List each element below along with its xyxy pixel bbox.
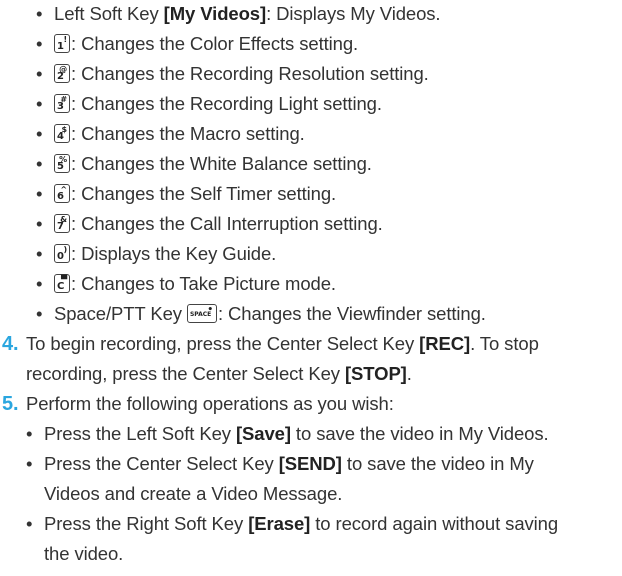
- bullet: •: [36, 63, 43, 84]
- step-5: 5. Perform the following operations as yo…: [2, 393, 394, 415]
- step-text: . To stop: [470, 333, 539, 354]
- bullet: •: [36, 93, 43, 114]
- list-item: • 3 #: Changes the Recording Light setting…: [36, 93, 382, 115]
- manual-page: • Left Soft Key [My Videos]: Displays My …: [0, 0, 622, 576]
- item-prefix: Space/PTT Key: [54, 303, 187, 324]
- item-description: : Changes the Recording Light setting.: [71, 93, 382, 114]
- key-1-icon: 1!: [54, 34, 70, 53]
- list-item: • 6 ^: Changes the Self Timer setting.: [36, 183, 336, 205]
- bullet: •: [36, 33, 43, 54]
- step-4: 4. To begin recording, press the Center S…: [2, 333, 539, 355]
- bullet: •: [36, 3, 43, 24]
- step-text: Perform the following operations as you …: [26, 393, 394, 414]
- step-number: 4.: [2, 333, 19, 355]
- list-item: • 4 $: Changes the Macro setting.: [36, 123, 305, 145]
- softkey-label: [Erase]: [248, 513, 311, 534]
- bullet: •: [36, 213, 43, 234]
- step-text: .: [406, 363, 412, 384]
- list-item: • 7 &: Changes the Call Interruption setti…: [36, 213, 383, 235]
- step-text: To begin recording, press the Center Sel…: [26, 333, 420, 354]
- key-5-icon: 5%: [54, 154, 70, 173]
- item-description: : Changes the Viewfinder setting.: [217, 303, 486, 324]
- item-text: to record again without saving: [310, 513, 559, 534]
- item-description: : Changes the White Balance setting.: [71, 153, 372, 174]
- step-number: 5.: [2, 393, 19, 415]
- key-2-icon: 2 @: [54, 64, 70, 83]
- item-description: : Displays the Key Guide.: [71, 243, 277, 264]
- bullet: •: [36, 303, 43, 324]
- bullet: •: [26, 423, 33, 444]
- bullet: •: [36, 273, 43, 294]
- item-text: Press the Left Soft Key: [44, 423, 236, 444]
- list-item: • Left Soft Key [My Videos]: Displays My …: [36, 3, 441, 25]
- item-description: : Changes the Call Interruption setting.: [71, 213, 383, 234]
- key-4-icon: 4 $: [54, 124, 70, 143]
- bullet: •: [26, 513, 33, 534]
- list-item-continuation: the video.: [44, 543, 123, 565]
- list-item: • C ▀: Changes to Take Picture mode.: [36, 273, 336, 295]
- key-0-icon: 0): [54, 244, 70, 263]
- item-description: : Changes to Take Picture mode.: [71, 273, 336, 294]
- list-item: • Press the Left Soft Key [Save] to save …: [26, 423, 549, 445]
- space-key-icon: SPACE •: [186, 304, 217, 323]
- list-item: • 1!: Changes the Color Effects setting.: [36, 33, 358, 55]
- step-text: recording, press the Center Select Key: [26, 363, 345, 384]
- item-text: to save the video in My Videos.: [290, 423, 549, 444]
- step-4-continuation: recording, press the Center Select Key […: [26, 363, 412, 385]
- item-text: the video.: [44, 543, 124, 564]
- camera-key-icon: C ▀: [54, 274, 70, 293]
- list-item: • Press the Center Select Key [SEND] to s…: [26, 453, 534, 475]
- list-item: • 2 @: Changes the Recording Resolution se…: [36, 63, 429, 85]
- item-text: Videos and create a Video Message.: [44, 483, 343, 504]
- bullet: •: [26, 453, 33, 474]
- key-6-icon: 6 ^: [54, 184, 70, 203]
- item-description: : Changes the Macro setting.: [71, 123, 305, 144]
- item-description: : Changes the Recording Resolution setti…: [71, 63, 429, 84]
- item-text: to save the video in My: [341, 453, 534, 474]
- item-description: : Changes the Color Effects setting.: [71, 33, 359, 54]
- list-item: • 0): Displays the Key Guide.: [36, 243, 276, 265]
- softkey-label: [SEND]: [278, 453, 342, 474]
- list-item: • Space/PTT Key SPACE •: Changes the Viewf…: [36, 303, 486, 325]
- bullet: •: [36, 183, 43, 204]
- list-item-continuation: Videos and create a Video Message.: [44, 483, 342, 505]
- item-description: : Changes the Self Timer setting.: [71, 183, 337, 204]
- softkey-label: [STOP]: [344, 363, 407, 384]
- softkey-label: [My Videos]: [163, 3, 267, 24]
- bullet: •: [36, 243, 43, 264]
- bullet: •: [36, 123, 43, 144]
- bullet: •: [36, 153, 43, 174]
- item-text: Press the Right Soft Key: [44, 513, 249, 534]
- softkey-label: [Save]: [235, 423, 291, 444]
- softkey-label: [REC]: [419, 333, 471, 354]
- item-description: : Displays My Videos.: [266, 3, 441, 24]
- key-7-icon: 7 &: [54, 214, 70, 233]
- key-3-icon: 3 #: [54, 94, 70, 113]
- list-item: • 5%: Changes the White Balance setting.: [36, 153, 372, 175]
- item-prefix: Left Soft Key: [54, 3, 164, 24]
- item-text: Press the Center Select Key: [44, 453, 279, 474]
- list-item: • Press the Right Soft Key [Erase] to rec…: [26, 513, 558, 535]
